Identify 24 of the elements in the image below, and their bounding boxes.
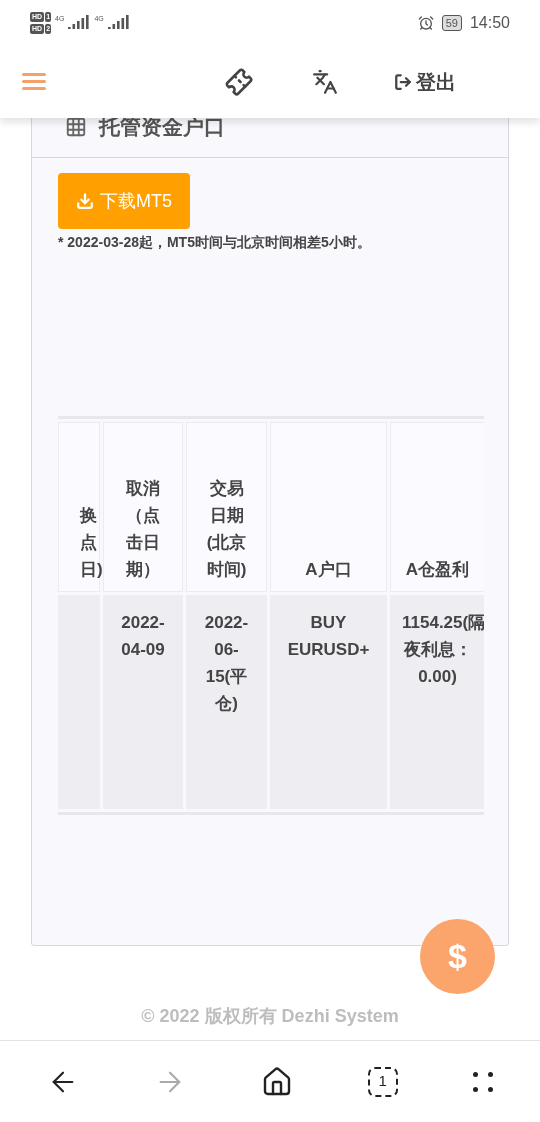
column-header: 换点日) [58,422,100,592]
column-header: 交易日期(北京时间) [186,422,267,592]
copyright-footer: © 2022 版权所有 Dezhi System [141,1003,399,1030]
more-icon[interactable] [472,1071,493,1092]
alarm-icon [417,14,434,31]
timezone-note: * 2022-03-28起，MT5时间与北京时间相差5小时。 [58,233,372,252]
card-title: 托管资金户口 [99,113,225,140]
tabs-button[interactable]: 1 [367,1066,398,1097]
translate-icon[interactable] [312,68,338,95]
table-cell: 2022-06-15(平仓) [186,595,267,809]
download-icon [76,192,94,210]
clock-time: 14:50 [469,12,510,33]
logout-icon [394,72,412,91]
table-cell: 2022-04-09 [103,595,183,809]
column-header: A仓盈利 [390,422,484,592]
table-cell: BUY EURUSD+ [270,595,387,809]
home-button[interactable] [261,1065,293,1098]
ticket-icon[interactable] [226,68,252,95]
logout-button[interactable]: 登出 [394,66,456,97]
battery-level: 59 [441,14,462,31]
column-header: A户口 [270,422,387,592]
column-header: 取消（点击日期） [103,422,183,592]
table-cell: 1154.25(隔夜利息：0.00) [390,595,484,809]
table-icon [65,115,87,138]
